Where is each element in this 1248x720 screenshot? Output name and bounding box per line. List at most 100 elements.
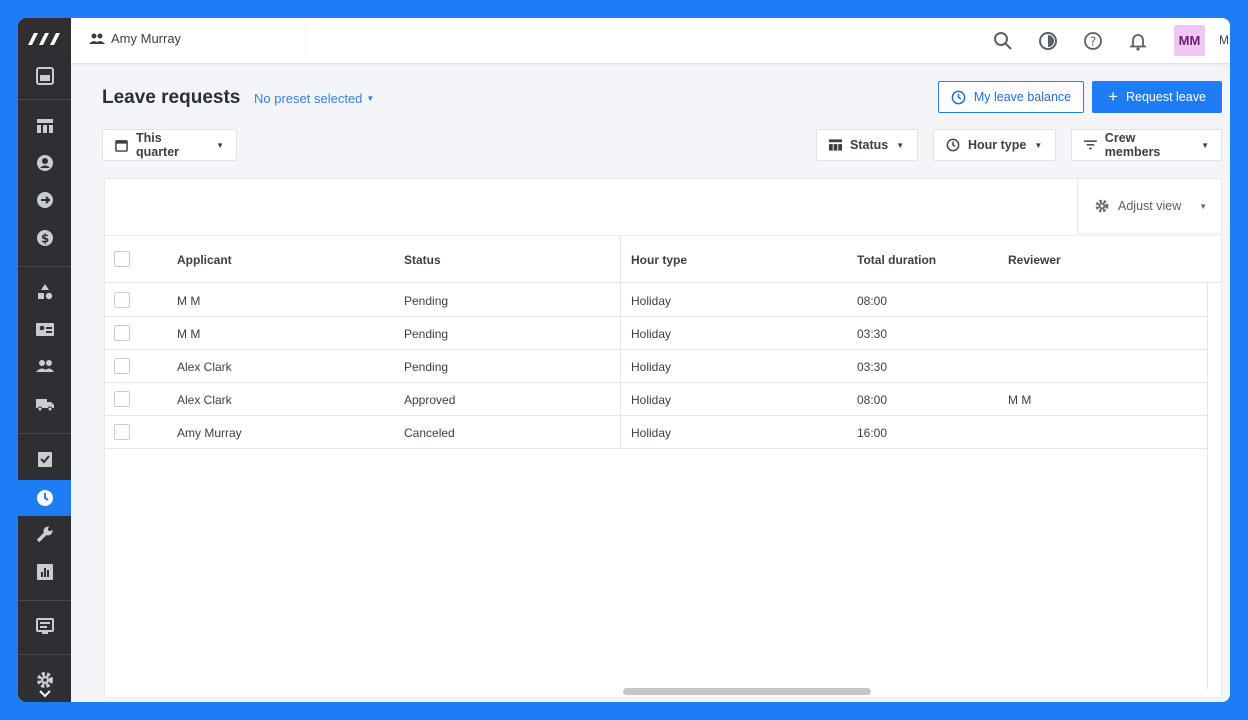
period-filter-label: This quarter xyxy=(135,131,180,159)
sync-icon[interactable] xyxy=(18,182,71,218)
user-context[interactable]: Amy Murray xyxy=(89,31,181,46)
calendar-icon xyxy=(115,139,128,152)
wrench-icon[interactable] xyxy=(18,516,71,552)
row-checkbox[interactable] xyxy=(114,391,130,407)
caret-down-icon: ▼ xyxy=(366,94,375,103)
column-header-hour-type[interactable]: Hour type xyxy=(631,253,687,267)
applicant-cell: M M xyxy=(177,327,201,341)
hour-type-filter-label: Hour type xyxy=(968,138,1027,152)
preset-label: No preset selected xyxy=(254,91,363,106)
clock-icon xyxy=(946,138,960,152)
finance-icon[interactable]: $ xyxy=(18,220,71,256)
crew-members-filter[interactable]: Crew members ▼ xyxy=(1071,129,1222,161)
preset-dropdown[interactable]: No preset selected ▼ xyxy=(254,91,374,106)
gear-icon xyxy=(1095,199,1109,213)
caret-down-icon: ▼ xyxy=(216,140,224,150)
people-icon xyxy=(89,33,105,44)
contacts-icon[interactable] xyxy=(18,145,71,181)
table-row[interactable]: M M Pending Holiday 08:00 xyxy=(105,284,1207,317)
search-icon[interactable] xyxy=(991,29,1015,53)
logo[interactable] xyxy=(18,18,71,60)
theme-icon[interactable] xyxy=(1036,29,1060,53)
duration-cell: 03:30 xyxy=(857,327,888,341)
status-cell: Pending xyxy=(404,360,449,374)
crew-card-icon[interactable] xyxy=(18,311,71,347)
plus-icon: + xyxy=(1108,87,1118,106)
svg-text:$: $ xyxy=(40,232,48,246)
my-leave-balance-label: My leave balance xyxy=(973,90,1072,104)
planning-board-icon[interactable] xyxy=(18,108,71,144)
table-icon xyxy=(829,139,842,151)
table-row[interactable]: M M Pending Holiday 03:30 xyxy=(105,317,1207,350)
people-icon[interactable] xyxy=(18,348,71,384)
chevron-down-icon[interactable] xyxy=(18,686,71,702)
hour-type-filter[interactable]: Hour type ▼ xyxy=(933,129,1056,161)
status-filter[interactable]: Status ▼ xyxy=(816,129,918,161)
status-cell: Approved xyxy=(404,393,456,407)
page-title: Leave requests xyxy=(102,87,241,108)
caret-down-icon: ▼ xyxy=(1034,140,1043,150)
reports-icon[interactable] xyxy=(18,554,71,590)
user-context-label: Amy Murray xyxy=(111,31,182,46)
caret-down-icon: ▼ xyxy=(896,140,905,150)
column-header-applicant[interactable]: Applicant xyxy=(177,253,232,267)
caret-down-icon: ▼ xyxy=(1201,140,1209,150)
bell-icon[interactable] xyxy=(1126,29,1150,53)
avatar-name[interactable]: M xyxy=(1219,33,1229,47)
applicant-cell: Alex Clark xyxy=(177,360,232,374)
adjust-view-button[interactable]: Adjust view ▼ xyxy=(1077,179,1222,234)
hour-type-cell: Holiday xyxy=(631,393,672,407)
dashboard-icon[interactable] xyxy=(18,58,71,94)
table-row[interactable]: Alex Clark Pending Holiday 03:30 xyxy=(105,350,1207,383)
my-leave-balance-button[interactable]: My leave balance xyxy=(938,81,1084,113)
hour-type-cell: Holiday xyxy=(631,327,672,341)
request-leave-label: Request leave xyxy=(1126,90,1206,104)
column-header-status[interactable]: Status xyxy=(404,253,441,267)
top-bar: Amy Murray ? MM M xyxy=(71,18,1230,64)
hour-type-cell: Holiday xyxy=(631,360,672,374)
duration-cell: 03:30 xyxy=(857,360,888,374)
help-icon[interactable]: ? xyxy=(1081,29,1105,53)
duration-cell: 08:00 xyxy=(857,294,888,308)
horizontal-scrollbar[interactable] xyxy=(623,688,871,695)
table-row[interactable]: Alex Clark Approved Holiday 08:00 M M xyxy=(105,383,1207,416)
avatar[interactable]: MM xyxy=(1174,25,1205,56)
clock-icon[interactable] xyxy=(18,480,71,516)
column-header-reviewer[interactable]: Reviewer xyxy=(1008,253,1061,267)
svg-text:?: ? xyxy=(1090,35,1096,49)
table-row[interactable]: Amy Murray Canceled Holiday 16:00 xyxy=(105,416,1207,449)
applicant-cell: Alex Clark xyxy=(177,393,232,407)
crew-members-filter-label: Crew members xyxy=(1104,131,1161,159)
duration-cell: 16:00 xyxy=(857,426,888,440)
hour-type-cell: Holiday xyxy=(631,294,672,308)
row-checkbox[interactable] xyxy=(114,424,130,440)
sidebar: $ xyxy=(18,18,71,702)
status-cell: Canceled xyxy=(404,426,455,440)
filter-icon xyxy=(1084,140,1097,150)
row-checkbox[interactable] xyxy=(114,358,130,374)
equipment-icon[interactable] xyxy=(18,274,71,310)
app-window: $ Amy Murray ? MM M Leave requests No pr… xyxy=(18,18,1230,702)
hour-type-cell: Holiday xyxy=(631,426,672,440)
tasks-icon[interactable] xyxy=(18,441,71,477)
status-cell: Pending xyxy=(404,327,449,341)
status-cell: Pending xyxy=(404,294,449,308)
caret-down-icon: ▼ xyxy=(1199,201,1208,211)
row-checkbox[interactable] xyxy=(114,292,130,308)
table-header: Applicant Status Hour type Total duratio… xyxy=(105,235,1221,283)
reviewer-cell: M M xyxy=(1008,393,1032,407)
clock-icon xyxy=(951,90,966,104)
select-all-checkbox[interactable] xyxy=(114,251,130,267)
adjust-view-label: Adjust view xyxy=(1118,199,1182,213)
vertical-scrollbar[interactable] xyxy=(1207,283,1208,689)
duration-cell: 08:00 xyxy=(857,393,888,407)
period-filter[interactable]: This quarter ▼ xyxy=(102,129,237,161)
truck-icon[interactable] xyxy=(18,386,71,422)
applicant-cell: Amy Murray xyxy=(177,426,242,440)
messages-icon[interactable] xyxy=(18,608,71,644)
leave-requests-table: Adjust view ▼ Applicant Status Hour type… xyxy=(104,178,1222,698)
applicant-cell: M M xyxy=(177,294,201,308)
row-checkbox[interactable] xyxy=(114,325,130,341)
column-header-total-duration[interactable]: Total duration xyxy=(857,253,936,267)
request-leave-button[interactable]: + Request leave xyxy=(1092,81,1222,113)
